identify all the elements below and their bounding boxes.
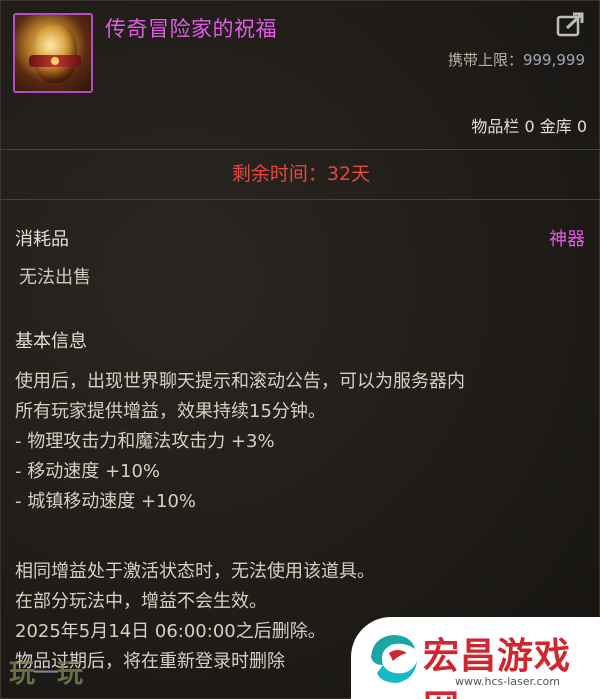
- watermark-left: 玩一玩: [9, 653, 83, 690]
- golden-urn-icon: [13, 13, 93, 93]
- item-name: 传奇冒险家的祝福: [105, 17, 277, 41]
- site-watermark: 宏昌游戏网 www.hcs-laser.com: [351, 617, 600, 699]
- info-line: - 物理攻击力和魔法攻击力 +3%: [15, 431, 275, 452]
- info-line: 所有玩家提供增益，效果持续15分钟。: [15, 401, 326, 422]
- divider: [1, 199, 600, 200]
- site-url: www.hcs-laser.com: [455, 675, 560, 688]
- watermark-char: 玩: [57, 659, 83, 689]
- watermark-char: 玩: [9, 659, 35, 689]
- basic-info-title: 基本信息: [15, 331, 87, 352]
- site-title: 宏昌游戏网: [423, 636, 572, 699]
- site-logo-icon: [371, 635, 417, 683]
- info-line: 使用后，出现世界聊天提示和滚动公告，可以为服务器内: [15, 371, 465, 392]
- storage-counts: 物品栏 0 金库 0: [471, 117, 587, 136]
- carry-limit-value: 999,999: [522, 51, 585, 69]
- item-tooltip: 传奇冒险家的祝福 携带上限：999,999 物品栏 0 金库 0 剩余时间：32…: [0, 0, 600, 699]
- info-line: - 移动速度 +10%: [15, 461, 161, 482]
- basic-info-body: 使用后，出现世界聊天提示和滚动公告，可以为服务器内 所有玩家提供增益，效果持续1…: [15, 367, 587, 517]
- carry-limit-label: 携带上限：: [447, 51, 523, 69]
- watermark-sep: 一: [33, 659, 59, 689]
- item-rarity: 神器: [549, 229, 585, 250]
- item-category: 消耗品: [15, 229, 69, 250]
- share-icon[interactable]: [555, 11, 587, 39]
- info-line: - 城镇移动速度 +10%: [15, 491, 197, 512]
- note-line: 在部分玩法中，增益不会生效。: [15, 591, 267, 612]
- type-row: 消耗品 神器: [15, 225, 585, 251]
- sell-status: 无法出售: [19, 267, 91, 288]
- remaining-time: 剩余时间：32天: [231, 163, 371, 185]
- tooltip-header: 传奇冒险家的祝福 携带上限：999,999 物品栏 0 金库 0: [1, 1, 600, 149]
- note-line: 相同增益处于激活状态时，无法使用该道具。: [15, 561, 375, 582]
- carry-limit: 携带上限：999,999: [448, 49, 585, 70]
